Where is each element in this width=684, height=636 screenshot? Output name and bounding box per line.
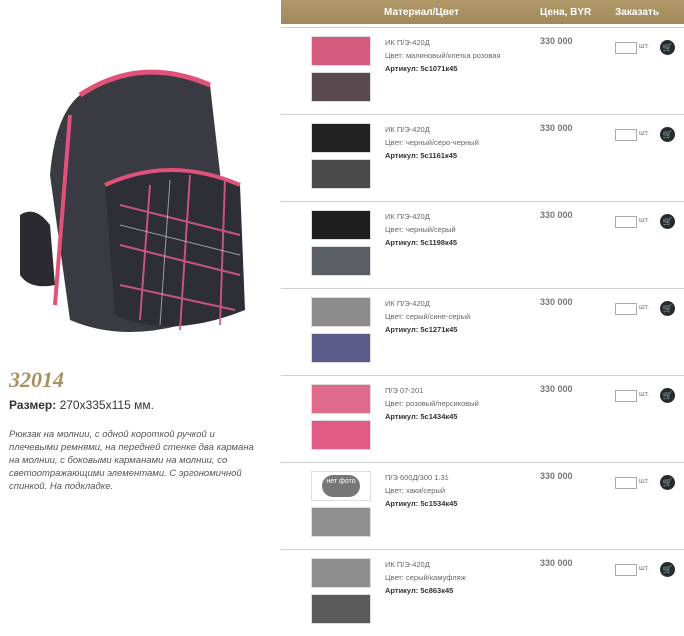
header-price: Цена, BYR <box>540 7 592 18</box>
unit-label: шт. <box>639 478 649 485</box>
variant-article: Артикул: 5с1534к45 <box>385 499 458 508</box>
unit-label: шт. <box>639 391 649 398</box>
cart-icon[interactable]: 🛒 <box>660 475 675 490</box>
size-value: 270x335x115 мм. <box>59 398 154 412</box>
swatch-detail[interactable] <box>311 420 371 450</box>
variant-info: П/Э 07-201 Цвет: розовый/персиковый Артику… <box>385 384 479 423</box>
quantity-input[interactable] <box>615 564 637 576</box>
header-order: Заказать <box>615 7 659 18</box>
variant-price: 330 000 <box>540 210 573 220</box>
swatch-main[interactable] <box>311 297 371 327</box>
variant-info: П/Э 600Д/300 1.31 Цвет: хаки/серый Артикул… <box>385 471 457 510</box>
product-panel: 32014 Размер: 270x335x115 мм. Рюкзак на … <box>0 0 272 613</box>
variant-price: 330 000 <box>540 123 573 133</box>
product-sku: 32014 <box>9 367 64 392</box>
cart-icon[interactable]: 🛒 <box>660 562 675 577</box>
swatch-detail[interactable] <box>311 507 371 537</box>
product-description: Рюкзак на молнии, с одной короткой ручко… <box>9 429 254 492</box>
unit-label: шт. <box>639 565 649 572</box>
cart-icon[interactable]: 🛒 <box>660 214 675 229</box>
swatch-main[interactable] <box>311 210 371 240</box>
swatch-main[interactable]: нет фото <box>311 471 371 501</box>
variant-info: ИК П/Э-420Д Цвет: черный/серый Артикул: 5с… <box>385 210 457 249</box>
table-row: ИК П/Э-420Д Цвет: черный/серо-черный Артик… <box>281 114 684 201</box>
variant-color: Цвет: серый/камуфляж <box>385 573 466 582</box>
variant-price: 330 000 <box>540 36 573 46</box>
swatch-detail[interactable] <box>311 72 371 102</box>
variant-article: Артикул: 5с863к45 <box>385 586 454 595</box>
variant-material: ИК П/Э-420Д <box>385 38 430 47</box>
quantity-input[interactable] <box>615 216 637 228</box>
variant-material: П/Э 600Д/300 1.31 <box>385 473 449 482</box>
table-row: ИК П/Э-420Д Цвет: малиновый/клетка розова… <box>281 27 684 114</box>
table-header: Материал/Цвет Цена, BYR Заказать <box>281 0 684 24</box>
variant-article: Артикул: 5с1271к45 <box>385 325 458 334</box>
quantity-input[interactable] <box>615 303 637 315</box>
variant-price: 330 000 <box>540 558 573 568</box>
swatch-main[interactable] <box>311 36 371 66</box>
variant-price: 330 000 <box>540 471 573 481</box>
table-row: П/Э 07-201 Цвет: розовый/персиковый Артику… <box>281 375 684 462</box>
variant-color: Цвет: розовый/персиковый <box>385 399 479 408</box>
quantity-input[interactable] <box>615 477 637 489</box>
variant-material: П/Э 07-201 <box>385 386 424 395</box>
cart-icon[interactable]: 🛒 <box>660 301 675 316</box>
variant-info: ИК П/Э-420Д Цвет: черный/серо-черный Артик… <box>385 123 479 162</box>
variant-color: Цвет: черный/серый <box>385 225 456 234</box>
variant-color: Цвет: серый/сине-серый <box>385 312 471 321</box>
unit-label: шт. <box>639 304 649 311</box>
backpack-image <box>20 69 245 332</box>
variant-color: Цвет: малиновый/клетка розовая <box>385 51 501 60</box>
variant-article: Артикул: 5с1161к45 <box>385 151 458 160</box>
variant-price: 330 000 <box>540 384 573 394</box>
swatch-detail[interactable] <box>311 246 371 276</box>
table-row: нет фото П/Э 600Д/300 1.31 Цвет: хаки/серы… <box>281 462 684 549</box>
variants-table: Материал/Цвет Цена, BYR Заказать ИК П/Э-… <box>281 0 684 624</box>
quantity-input[interactable] <box>615 390 637 402</box>
swatch-main[interactable] <box>311 384 371 414</box>
unit-label: шт. <box>639 130 649 137</box>
variant-material: ИК П/Э-420Д <box>385 212 430 221</box>
variant-info: ИК П/Э-420Д Цвет: серый/камуфляж Артикул: … <box>385 558 466 597</box>
unit-label: шт. <box>639 217 649 224</box>
size-label: Размер: <box>9 398 57 412</box>
variant-article: Артикул: 5с1071к45 <box>385 64 458 73</box>
variant-material: ИК П/Э-420Д <box>385 299 430 308</box>
product-size: Размер: 270x335x115 мм. <box>9 398 154 412</box>
variant-color: Цвет: хаки/серый <box>385 486 446 495</box>
variant-color: Цвет: черный/серо-черный <box>385 138 479 147</box>
table-row: ИК П/Э-420Д Цвет: черный/серый Артикул: 5с… <box>281 201 684 288</box>
cart-icon[interactable]: 🛒 <box>660 40 675 55</box>
variant-info: ИК П/Э-420Д Цвет: серый/сине-серый Артикул… <box>385 297 470 336</box>
cart-icon[interactable]: 🛒 <box>660 388 675 403</box>
swatch-detail[interactable] <box>311 159 371 189</box>
quantity-input[interactable] <box>615 42 637 54</box>
table-row: ИК П/Э-420Д Цвет: серый/камуфляж Артикул: … <box>281 549 684 636</box>
swatch-detail[interactable] <box>311 594 371 624</box>
variant-info: ИК П/Э-420Д Цвет: малиновый/клетка розова… <box>385 36 501 75</box>
variant-article: Артикул: 5с1434к45 <box>385 412 458 421</box>
unit-label: шт. <box>639 43 649 50</box>
variant-material: ИК П/Э-420Д <box>385 560 430 569</box>
cart-icon[interactable]: 🛒 <box>660 127 675 142</box>
swatch-detail[interactable] <box>311 333 371 363</box>
swatch-main[interactable] <box>311 123 371 153</box>
quantity-input[interactable] <box>615 129 637 141</box>
table-row: ИК П/Э-420Д Цвет: серый/сине-серый Артикул… <box>281 288 684 375</box>
variant-article: Артикул: 5с1198к45 <box>385 238 458 247</box>
variant-price: 330 000 <box>540 297 573 307</box>
no-photo-badge: нет фото <box>322 475 360 497</box>
variant-material: ИК П/Э-420Д <box>385 125 430 134</box>
header-material: Материал/Цвет <box>384 7 460 18</box>
swatch-main[interactable] <box>311 558 371 588</box>
